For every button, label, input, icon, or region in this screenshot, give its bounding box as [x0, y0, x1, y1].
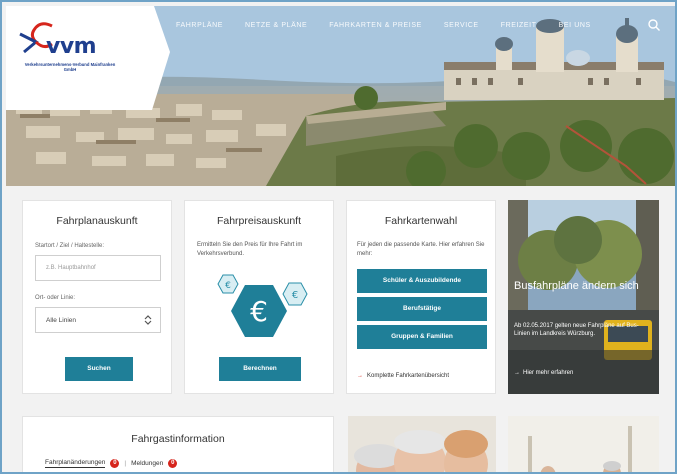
hero-banner: Fahrpläne Netze & Pläne Fahrkarten & Pre… — [6, 6, 675, 186]
page-frame: Fahrpläne Netze & Pläne Fahrkarten & Pre… — [0, 0, 677, 474]
notices-count: 0 — [168, 459, 178, 468]
ticket-choice-title: Fahrkartenwahl — [384, 215, 458, 227]
nav-item-fahrkarten[interactable]: Fahrkarten & Preise — [329, 22, 422, 29]
passenger-info-card: Fahrgastinformation Fahrplanänderungen 0… — [22, 416, 334, 472]
line-label: Ort- oder Linie: — [35, 295, 76, 301]
line-select[interactable]: Alle Linien — [35, 307, 161, 333]
employees-button[interactable]: Berufstätige — [357, 297, 487, 321]
nav-item-service[interactable]: Service — [444, 22, 479, 29]
tab-notices[interactable]: Meldungen — [131, 460, 163, 467]
nav-item-bei-uns[interactable]: Bei uns — [559, 22, 591, 29]
ticket-choice-description: Für jeden die passende Karte. Hier erfah… — [357, 242, 485, 257]
svg-text:€: € — [225, 281, 231, 291]
street-bus-photo — [508, 200, 659, 394]
search-button[interactable]: Suchen — [65, 357, 133, 381]
timetable-changes-count: 0 — [110, 459, 120, 468]
main-navigation: Fahrpläne Netze & Pläne Fahrkarten & Pre… — [176, 22, 613, 29]
nav-item-netze[interactable]: Netze & Pläne — [245, 22, 307, 29]
passenger-info-title: Fahrgastinformation — [131, 433, 225, 445]
calculate-button[interactable]: Berechnen — [219, 357, 301, 381]
news-body: Ab 02.05.2017 gelten neue Fahrpläne auf … — [514, 323, 639, 337]
nav-item-fahrplaene[interactable]: Fahrpläne — [176, 22, 223, 29]
event-photo[interactable] — [508, 416, 659, 474]
news-headline: Busfahrpläne ändern sich — [514, 280, 639, 292]
logo[interactable]: vvm Verkehrsunternehmens-Verbund Mainfra… — [6, 6, 172, 114]
timetable-title: Fahrplanauskunft — [56, 215, 138, 227]
tab-timetable-changes[interactable]: Fahrplanänderungen — [45, 459, 106, 468]
svg-text:€: € — [250, 295, 268, 328]
fare-card: Fahrpreisauskunft Ermitteln Sie den Prei… — [184, 200, 334, 394]
arrow-right-icon: → — [357, 373, 363, 379]
tab-separator: | — [124, 460, 127, 467]
info-tabs: Fahrplanänderungen 0 | Meldungen 0 — [45, 459, 178, 468]
chevron-updown-icon — [144, 315, 152, 325]
svg-text:€: € — [292, 290, 298, 301]
line-select-value: Alle Linien — [46, 317, 76, 324]
seniors-photo[interactable] — [348, 416, 496, 474]
ticket-choice-card: Fahrkartenwahl Für jeden die passende Ka… — [346, 200, 496, 394]
news-link[interactable]: → Hier mehr erfahren — [514, 370, 573, 376]
logo-wordmark: vvm — [46, 34, 97, 59]
timetable-card: Fahrplanauskunft Startort / Ziel / Halte… — [22, 200, 172, 394]
all-tickets-link-label: Komplette Fahrkartenübersicht — [367, 373, 450, 379]
arrow-right-icon: → — [514, 370, 520, 376]
pupils-trainees-button[interactable]: Schüler & Auszubildende — [357, 269, 487, 293]
all-tickets-link[interactable]: → Komplette Fahrkartenübersicht — [357, 373, 449, 379]
logo-subtitle: Verkehrsunternehmens-Verbund Mainfranken… — [24, 62, 116, 72]
nav-item-freizeit[interactable]: Freizeit — [501, 22, 537, 29]
search-icon[interactable] — [647, 18, 661, 32]
fare-title: Fahrpreisauskunft — [216, 215, 302, 227]
start-placeholder: z.B. Hauptbahnhof — [46, 265, 96, 271]
news-link-label: Hier mehr erfahren — [523, 370, 574, 376]
start-input[interactable]: z.B. Hauptbahnhof — [35, 255, 161, 281]
news-teaser[interactable]: Busfahrpläne ändern sich Ab 02.05.2017 g… — [508, 200, 659, 394]
fare-description: Ermitteln Sie den Preis für Ihre Fahrt i… — [197, 242, 303, 257]
groups-families-button[interactable]: Gruppen & Familien — [357, 325, 487, 349]
euro-hexagon-icon: € € € — [217, 274, 308, 337]
start-label: Startort / Ziel / Haltestelle: — [35, 243, 105, 249]
